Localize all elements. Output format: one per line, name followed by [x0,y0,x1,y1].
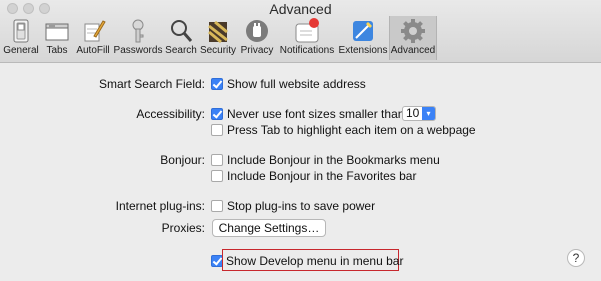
bonjour-bookmarks-label: Include Bonjour in the Bookmarks menu [227,153,440,167]
chevron-down-icon: ▾ [422,107,435,120]
general-switch-icon [13,19,29,43]
stop-plugins-checkbox[interactable] [211,200,223,212]
extensions-icon [353,21,373,41]
min-font-size-checkbox[interactable] [211,108,223,120]
toolbar-item-security[interactable]: Security [198,16,238,60]
accessibility-label: Accessibility: [136,107,205,121]
help-button[interactable]: ? [567,249,585,267]
toolbar-label: Tabs [46,45,68,56]
hand-icon [246,20,268,42]
toolbar-item-general[interactable]: General [2,16,40,60]
toolbar-label: AutoFill [76,45,110,56]
toolbar-label: General [3,45,39,56]
magnifier-icon [171,20,193,42]
show-develop-menu-label: Show Develop menu in menu bar [226,254,404,268]
toolbar-label: Advanced [390,45,436,56]
pencil-icon [84,20,106,42]
toolbar-label: Search [165,45,197,56]
toolbar-label: Privacy [240,45,274,56]
toolbar-item-passwords[interactable]: Passwords [112,16,164,60]
font-size-value: 10 [406,106,420,120]
tab-highlight-label: Press Tab to highlight each item on a we… [227,123,476,137]
toolbar-item-tabs[interactable]: Tabs [40,16,74,60]
toolbar-item-advanced[interactable]: Advanced [389,16,437,60]
toolbar-item-autofill[interactable]: AutoFill [74,16,112,60]
toolbar-item-extensions[interactable]: Extensions [338,16,388,60]
stop-plugins-label: Stop plug-ins to save power [227,199,376,213]
toolbar-label: Security [199,45,237,56]
key-icon [132,19,144,43]
toolbar-label: Notifications [279,45,335,56]
proxies-label: Proxies: [161,221,205,235]
toolbar-label: Extensions [338,45,388,56]
min-font-size-label: Never use font sizes smaller than [227,107,405,121]
tabs-icon [45,23,69,41]
change-settings-button[interactable]: Change Settings… [212,219,326,237]
toolbar-label: Passwords [113,45,163,56]
show-full-address-checkbox[interactable] [211,78,223,90]
gear-icon [401,19,425,43]
tab-highlight-checkbox[interactable] [211,124,223,136]
toolbar-item-notifications[interactable]: Notifications [276,16,338,60]
smart-search-label: Smart Search Field: [98,77,205,91]
bonjour-label: Bonjour: [160,153,205,167]
show-full-address-label: Show full website address [227,77,366,91]
font-size-select[interactable]: 10 ▾ [402,106,436,121]
window-title: Advanced [269,1,332,17]
bonjour-favorites-checkbox[interactable] [211,170,223,182]
toolbar-item-privacy[interactable]: Privacy [238,16,276,60]
notifications-icon [295,18,319,43]
bonjour-favorites-label: Include Bonjour in the Favorites bar [227,169,417,183]
toolbar-item-search[interactable]: Search [164,16,198,60]
padlock-icon [208,20,228,44]
window-toolbar: Advanced General Tabs AutoFill Passwords… [0,0,601,63]
plugins-label: Internet plug-ins: [115,199,205,213]
bonjour-bookmarks-checkbox[interactable] [211,154,223,166]
